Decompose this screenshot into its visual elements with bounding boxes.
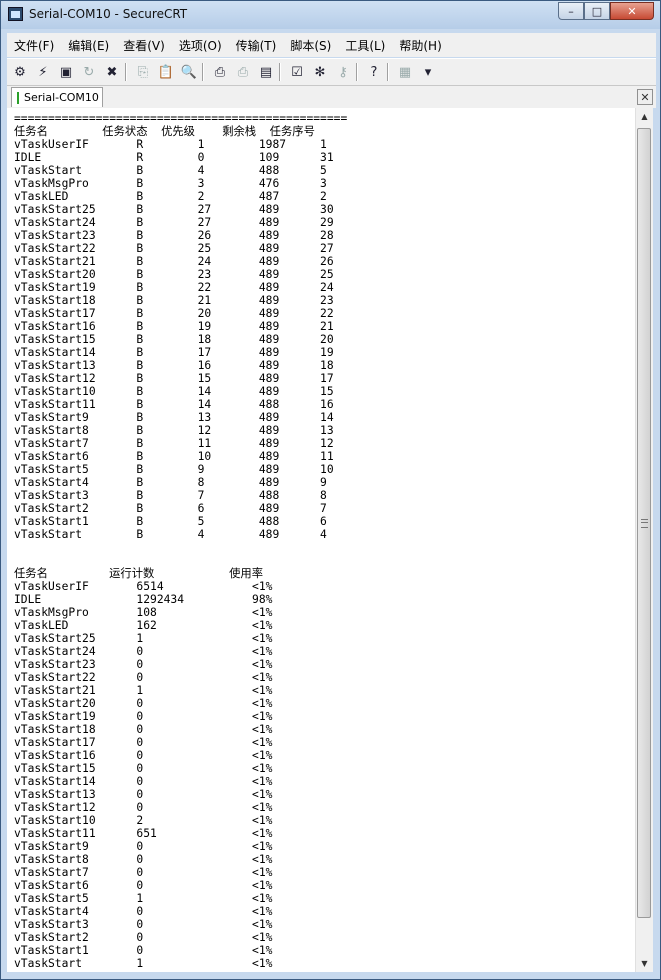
securecrt-window: Serial-COM10 - SecureCRT – □ ✕ 文件(F) 编辑(E… xyxy=(0,0,661,980)
connect-tab-icon[interactable]: ▣ xyxy=(56,63,76,81)
print-icon[interactable]: ⎙ xyxy=(210,63,230,81)
quick-connect-icon[interactable]: ⚡ xyxy=(33,63,53,81)
window-controls: – □ ✕ xyxy=(558,2,654,21)
tab-label: Serial-COM10 xyxy=(24,91,99,104)
title-bar[interactable]: Serial-COM10 - SecureCRT – □ ✕ xyxy=(1,1,660,29)
print-setup-icon[interactable]: ▤ xyxy=(256,63,276,81)
tab-bar: Serial-COM10 ✕ xyxy=(7,85,656,108)
menu-item-3[interactable]: 选项(O) xyxy=(172,37,229,54)
window-title: Serial-COM10 - SecureCRT xyxy=(29,7,188,21)
find-icon[interactable]: 🔍 xyxy=(179,63,199,81)
menu-item-7[interactable]: 帮助(H) xyxy=(392,37,448,54)
terminal-area[interactable]: ========================================… xyxy=(7,108,635,972)
toolbar-separator xyxy=(356,63,358,81)
tab-close-button[interactable]: ✕ xyxy=(637,89,653,105)
session-options-icon[interactable]: ☑ xyxy=(287,63,307,81)
minimize-button[interactable]: – xyxy=(558,2,584,20)
vertical-scrollbar[interactable]: ▲ ▼ xyxy=(635,108,653,972)
help-icon[interactable]: ? xyxy=(364,63,384,81)
menu-item-5[interactable]: 脚本(S) xyxy=(283,37,338,54)
maximize-button[interactable]: □ xyxy=(584,2,610,20)
close-button[interactable]: ✕ xyxy=(610,2,654,20)
menu-item-4[interactable]: 传输(T) xyxy=(229,37,284,54)
scroll-up-icon[interactable]: ▲ xyxy=(636,108,653,125)
app-icon[interactable] xyxy=(8,7,23,21)
menu-item-2[interactable]: 查看(V) xyxy=(116,37,172,54)
more-icon[interactable]: ▾ xyxy=(418,63,438,81)
toolbar: ⚙ ⚡ ▣ ↻ ✖ ⎘ 📋 🔍 ⎙ ⎙ ▤ ☑ ✻ ⚷? ▦ ▾ xyxy=(7,58,656,85)
menu-item-1[interactable]: 编辑(E) xyxy=(61,37,116,54)
toolbar-separator xyxy=(202,63,204,81)
copy-icon[interactable]: ⎘ xyxy=(133,63,153,81)
toolbar-separator xyxy=(279,63,281,81)
scroll-down-icon[interactable]: ▼ xyxy=(636,955,653,972)
toolbar-separator xyxy=(125,63,127,81)
terminal-output[interactable]: ========================================… xyxy=(7,108,635,970)
grip-icon xyxy=(641,519,648,528)
global-options-icon[interactable]: ✻ xyxy=(310,63,330,81)
connected-status-icon xyxy=(17,91,19,104)
disconnect-icon[interactable]: ✖ xyxy=(102,63,122,81)
command-window-icon[interactable]: ▦ xyxy=(395,63,415,81)
reconnect-icon[interactable]: ↻ xyxy=(79,63,99,81)
keymap-icon[interactable]: ⚷ xyxy=(333,63,353,81)
menu-item-0[interactable]: 文件(F) xyxy=(7,37,61,54)
menu-item-6[interactable]: 工具(L) xyxy=(338,37,392,54)
connect-icon[interactable]: ⚙ xyxy=(10,63,30,81)
tab-serial-com10[interactable]: Serial-COM10 xyxy=(11,87,103,107)
menu-bar: 文件(F) 编辑(E) 查看(V) 选项(O) 传输(T) 脚本(S) 工具(L) 帮助(H) xyxy=(7,33,656,57)
toolbar-separator xyxy=(387,63,389,81)
scroll-thumb[interactable] xyxy=(637,128,651,918)
print-selection-icon[interactable]: ⎙ xyxy=(233,63,253,81)
paste-icon[interactable]: 📋 xyxy=(156,63,176,81)
